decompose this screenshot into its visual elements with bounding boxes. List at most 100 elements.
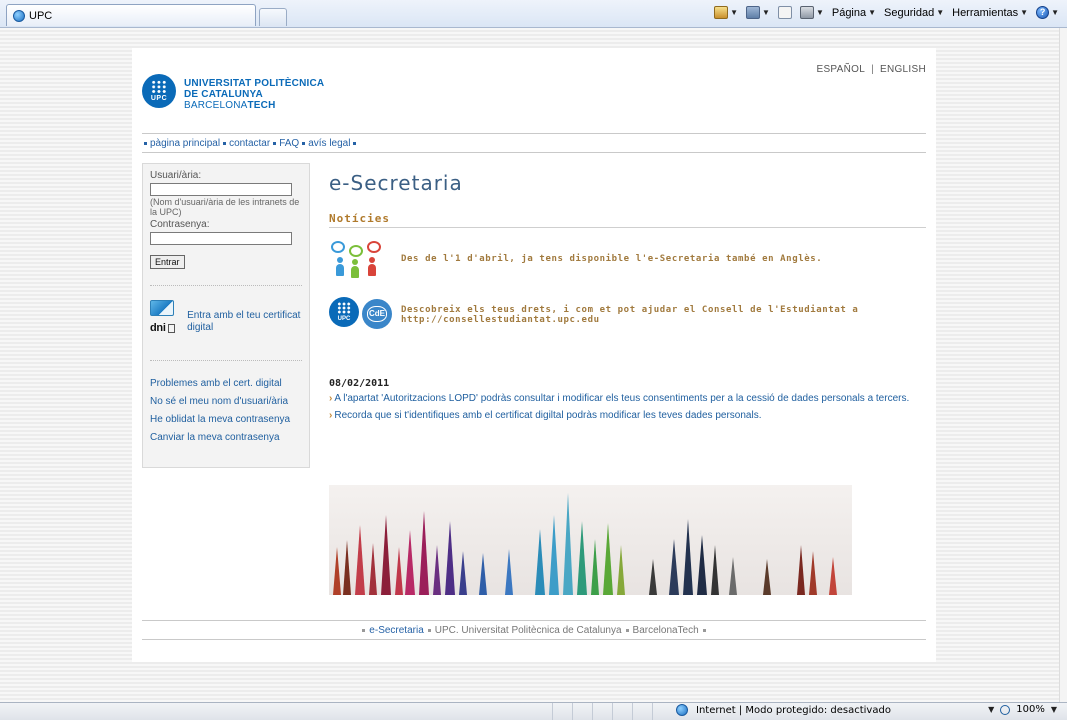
help-button[interactable]: ? ▼ (1034, 6, 1061, 19)
security-zone[interactable]: Internet | Modo protegido: desactivado (676, 704, 891, 716)
nav-home-link[interactable]: pàgina principal (150, 138, 220, 149)
chevron-right-icon: › (329, 393, 333, 404)
help-links: Problemes amb el cert. digital No sé el … (150, 375, 302, 447)
tools-menu[interactable]: Herramientas ▼ (950, 7, 1030, 19)
print-icon (799, 6, 814, 19)
globe-icon (676, 704, 688, 716)
mail-icon (777, 6, 792, 19)
chevron-down-icon: ▼ (1020, 8, 1029, 17)
password-label: Contrasenya: (150, 219, 210, 230)
cde-badge-text: CdE (367, 306, 387, 322)
footer: e-Secretaria UPC. Universitat Politècnic… (142, 620, 926, 640)
status-cells (552, 703, 672, 720)
digital-cert-login[interactable]: dni Entra amb el teu certificat digital (150, 300, 302, 344)
username-input[interactable] (150, 183, 292, 196)
feeds-button[interactable]: ▼ (744, 6, 772, 19)
tools-menu-label: Herramientas (952, 6, 1019, 19)
page-container: UPC UNIVERSITAT POLITÈCNICA DE CATALUNYA… (132, 48, 936, 662)
cde-logo-icon: CdE (362, 299, 392, 329)
chevron-down-icon: ▼ (815, 8, 824, 17)
bullet-square-icon (427, 628, 431, 632)
main-content: e-Secretaria Notícies Des de l'1 d'abril… (329, 163, 926, 422)
footer-esecretaria-link[interactable]: e-Secretaria (369, 625, 423, 636)
news-text[interactable]: Des de l'1 d'abril, ja tens disponible l… (401, 254, 822, 264)
status-bar: Internet | Modo protegido: desactivado ▼… (0, 702, 1067, 720)
language-switcher: ESPAÑOL | ENGLISH (816, 64, 926, 75)
feed-icon (746, 6, 761, 19)
bullet-text: A l'apartat 'Autoritzacions LOPD' podràs… (334, 393, 910, 404)
divider (150, 285, 302, 286)
bullet-square-icon (625, 628, 629, 632)
bullet-square-icon (353, 141, 357, 145)
zoom-level: 100% (1016, 704, 1045, 715)
page-menu[interactable]: Página ▼ (830, 7, 878, 19)
people-chat-icon (329, 239, 389, 279)
cert-link[interactable]: Entra amb el teu certificat digital (187, 310, 302, 334)
footer-upc-text: UPC. Universitat Politècnica de Cataluny… (434, 624, 622, 636)
security-menu[interactable]: Seguridad ▼ (882, 7, 946, 19)
dni-logo: dni (150, 322, 179, 334)
password-input[interactable] (150, 232, 292, 245)
id-card-icon (150, 300, 174, 316)
zoom-control[interactable]: ▼ 100% ▼ (988, 704, 1057, 715)
home-icon (714, 6, 729, 19)
news-item: Des de l'1 d'abril, ja tens disponible l… (329, 234, 926, 284)
nav-faq-link[interactable]: FAQ (279, 138, 299, 149)
upc-logo[interactable]: UPC (142, 74, 176, 108)
pencils-illustration (333, 493, 837, 595)
bullet-square-icon (362, 628, 366, 632)
lang-separator: | (871, 64, 874, 75)
forgot-password-link[interactable]: He oblidat la meva contrasenya (150, 411, 302, 429)
bullet-square-icon (223, 141, 227, 145)
upc-cde-logos: UPC CdE (329, 297, 392, 333)
username-label: Usuari/ària: (150, 170, 202, 181)
security-menu-label: Seguridad (884, 6, 935, 19)
vertical-scrollbar[interactable] (1059, 28, 1067, 702)
logo-dots-icon (151, 80, 167, 94)
news-link[interactable]: http://consellestudiantat.upc.edu (401, 315, 858, 325)
lang-es-link[interactable]: ESPAÑOL (816, 64, 865, 75)
logo-line-1: UNIVERSITAT POLITÈCNICA (184, 78, 325, 89)
bullet-text: Recorda que si t'identifiques amb el cer… (334, 410, 762, 421)
change-password-link[interactable]: Canviar la meva contrasenya (150, 429, 302, 447)
lang-en-link[interactable]: ENGLISH (880, 64, 926, 75)
tab-title: UPC (29, 9, 53, 22)
bullet-square-icon (702, 628, 706, 632)
new-tab-button[interactable] (259, 8, 287, 26)
university-name[interactable]: UNIVERSITAT POLITÈCNICA DE CATALUNYA BAR… (184, 78, 324, 111)
page-viewport: UPC UNIVERSITAT POLITÈCNICA DE CATALUNYA… (0, 28, 1067, 702)
news-text[interactable]: Descobreix els teus drets, i com et pot … (401, 305, 858, 325)
command-bar: ▼ ▼ ▼ Página ▼ Seguridad ▼ Herramientas ▼ ?… (712, 6, 1061, 19)
forgot-username-link[interactable]: No sé el meu nom d'usuari/ària (150, 393, 302, 411)
chevron-down-icon: ▼ (936, 8, 945, 17)
globe-icon (13, 9, 25, 22)
cert-problems-link[interactable]: Problemes amb el cert. digital (150, 375, 302, 393)
news-date: 08/02/2011 (329, 378, 390, 389)
chip-icon (167, 323, 175, 333)
nav-contact-link[interactable]: contactar (229, 138, 270, 149)
pencils-banner-image (329, 485, 852, 595)
chevron-down-icon: ▼ (1050, 705, 1057, 714)
nav-legal-link[interactable]: avís legal (308, 138, 350, 149)
bullet-square-icon (144, 141, 147, 145)
logo-line-3a: BARCELONA (184, 100, 248, 111)
browser-toolbar: UPC ▼ ▼ ▼ Página ▼ Seguridad ▼ Herramienta… (0, 0, 1067, 28)
page-title: e-Secretaria (329, 171, 463, 195)
logo-badge-text: UPC (150, 95, 168, 102)
home-button[interactable]: ▼ (712, 6, 740, 19)
login-button[interactable]: Entrar (150, 255, 185, 269)
divider (150, 360, 302, 361)
mail-button[interactable] (776, 6, 794, 19)
news-bullet[interactable]: › A l'apartat 'Autoritzacions LOPD' podrà… (329, 393, 926, 405)
print-button[interactable]: ▼ (798, 6, 826, 19)
news-item: UPC CdE Descobreix els teus drets, i com… (329, 290, 926, 340)
news-heading: Notícies (329, 212, 926, 228)
zone-text: Internet | Modo protegido: desactivado (696, 704, 891, 716)
chevron-down-icon: ▼ (868, 8, 877, 17)
bullet-square-icon (273, 141, 277, 145)
browser-tab[interactable]: UPC (6, 4, 256, 26)
news-bullet[interactable]: › Recorda que si t'identifiques amb el ce… (329, 410, 926, 422)
upc-badge-text: UPC (337, 316, 351, 322)
chevron-down-icon: ▼ (988, 705, 995, 714)
upc-logo-icon: UPC (329, 297, 359, 327)
